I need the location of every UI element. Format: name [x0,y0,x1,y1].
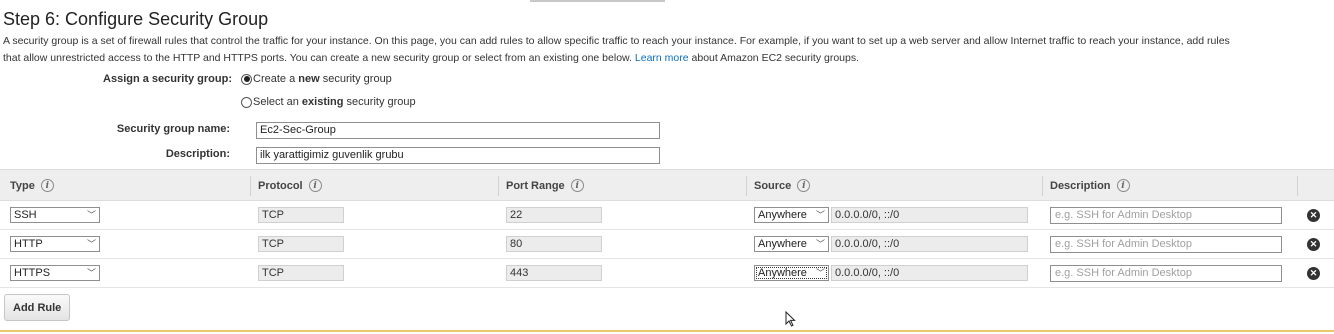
remove-rule-icon[interactable]: ✕ [1307,238,1320,251]
protocol-field: TCP [258,265,344,281]
rule-description-input[interactable]: e.g. SSH for Admin Desktop [1050,265,1282,282]
intro-line-2: that allow unrestricted access to the HT… [3,50,1331,67]
intro-line-1: A security group is a set of firewall ru… [3,35,1230,47]
type-select[interactable]: HTTPS ﹀ [10,265,100,281]
warning-banner-edge [0,330,1334,332]
chevron-down-icon: ﹀ [815,210,825,220]
port-range-field: 22 [506,207,602,223]
rule-description-input[interactable]: e.g. SSH for Admin Desktop [1050,207,1282,224]
info-icon[interactable]: i [797,179,811,192]
radio-select-existing[interactable]: Select an existing security group [241,96,416,108]
radio-select-existing-control[interactable] [241,96,252,108]
rule-row: SSH ﹀ TCP 22 Anywhere ﹀ 0.0.0.0/0, ::/0 e.… [0,201,1334,230]
port-range-field: 80 [506,236,602,252]
column-divider [1297,176,1298,196]
rule-description-input[interactable]: e.g. SSH for Admin Desktop [1050,236,1282,253]
rules-table-header: Type i Protocol i Port Range i Source i Desc… [0,169,1334,201]
add-rule-button[interactable]: Add Rule [4,294,71,321]
radio-create-new[interactable]: Create a new security group [241,73,392,85]
source-select[interactable]: Anywhere ﹀ [754,207,829,223]
chevron-down-icon: ﹀ [815,239,825,249]
page-title: Step 6: Configure Security Group [3,9,269,29]
info-icon[interactable]: i [1116,179,1130,192]
learn-more-link[interactable]: Learn more [635,52,689,64]
description-label: Description: [165,148,230,160]
protocol-field: TCP [258,236,344,252]
top-edge-divider [530,0,665,2]
info-icon[interactable]: i [570,179,584,192]
column-divider [746,176,747,196]
header-type: Type i [10,179,54,192]
chevron-down-icon: ﹀ [86,268,96,278]
intro-text: A security group is a set of firewall ru… [3,33,1331,67]
rule-row: HTTPS ﹀ TCP 443 Anywhere ﹀ 0.0.0.0/0, ::/0… [0,259,1334,288]
source-cidr-field[interactable]: 0.0.0.0/0, ::/0 [831,265,1028,281]
remove-rule-icon[interactable]: ✕ [1307,267,1320,280]
port-range-field: 443 [506,265,602,281]
group-description-input[interactable]: ilk yarattigimiz guvenlik grubu [256,147,660,164]
info-icon[interactable]: i [308,179,322,192]
chevron-down-icon: ﹀ [815,268,825,278]
type-select[interactable]: HTTP ﹀ [10,236,100,252]
header-source: Source i [754,179,811,192]
chevron-down-icon: ﹀ [86,210,96,220]
column-divider [498,176,499,196]
source-cidr-field[interactable]: 0.0.0.0/0, ::/0 [831,207,1028,223]
chevron-down-icon: ﹀ [86,239,96,249]
mouse-pointer-icon [785,311,796,327]
protocol-field: TCP [258,207,344,223]
source-select[interactable]: Anywhere ﹀ [754,236,829,252]
info-icon[interactable]: i [40,179,54,192]
source-cidr-field[interactable]: 0.0.0.0/0, ::/0 [831,236,1028,252]
column-divider [250,176,251,196]
radio-create-new-control[interactable] [241,73,252,85]
intro-line-2-text: that allow unrestricted access to the HT… [3,52,632,64]
security-group-name-input[interactable]: Ec2-Sec-Group [256,122,660,139]
security-group-name-label: Security group name: [116,123,230,135]
radio-select-existing-label: Select an existing security group [253,96,416,108]
header-protocol: Protocol i [258,179,322,192]
source-select[interactable]: Anywhere ﹀ [754,265,829,281]
header-port-range: Port Range i [506,179,584,192]
rule-row: HTTP ﹀ TCP 80 Anywhere ﹀ 0.0.0.0/0, ::/0 e… [0,230,1334,259]
assign-security-group-label: Assign a security group: [103,73,232,85]
header-description: Description i [1050,179,1130,192]
remove-rule-icon[interactable]: ✕ [1307,209,1320,222]
radio-create-new-label: Create a new security group [253,73,392,85]
column-divider [1042,176,1043,196]
intro-line-2-tail: about Amazon EC2 security groups. [691,52,860,64]
type-select[interactable]: SSH ﹀ [10,207,100,223]
